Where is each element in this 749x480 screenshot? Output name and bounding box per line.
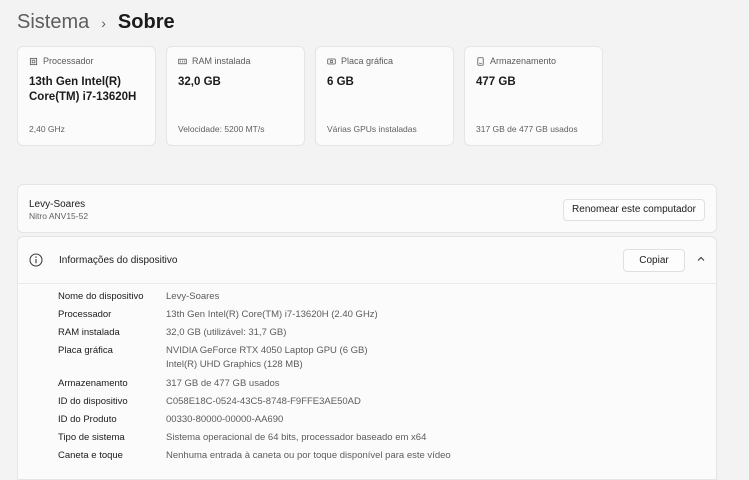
card-value: 32,0 GB (178, 76, 221, 88)
card-value: 13th Gen Intel(R) Core(TM) i7-13620H (29, 76, 137, 103)
storage-icon (477, 56, 484, 66)
gpu-icon (327, 58, 336, 64)
card-label: Processador (43, 56, 94, 66)
spec-row: Placa gráfica NVIDIA GeForce RTX 4050 La… (58, 345, 451, 371)
spec-label: Armazenamento (58, 378, 128, 389)
card-sub: Várias GPUs instaladas (327, 124, 417, 134)
chevron-right-icon: › (101, 15, 106, 31)
spec-row: RAM instalada 32,0 GB (utilizável: 31,7 … (58, 327, 451, 339)
spec-row: Tipo de sistema Sistema operacional de 6… (58, 432, 451, 444)
card-value: 477 GB (476, 76, 516, 88)
spec-value: Sistema operacional de 64 bits, processa… (166, 432, 427, 443)
card-gpu: Placa gráfica 6 GB Várias GPUs instalada… (315, 46, 454, 146)
spec-cards: Processador 13th Gen Intel(R) Core(TM) i… (17, 46, 603, 146)
device-info-header[interactable]: Informações do dispositivo Copiar (18, 237, 716, 284)
spec-value: Levy-Soares (166, 291, 220, 302)
spec-label: ID do Produto (58, 414, 117, 425)
spec-value-line: NVIDIA GeForce RTX 4050 Laptop GPU (6 GB… (166, 345, 368, 356)
card-value: 6 GB (327, 76, 354, 88)
spec-label: Caneta e toque (58, 450, 123, 461)
card-ram: RAM instalada 32,0 GB Velocidade: 5200 M… (166, 46, 305, 146)
card-label: RAM instalada (192, 56, 251, 66)
spec-value-line: Intel(R) UHD Graphics (128 MB) (166, 359, 303, 370)
rename-computer-button[interactable]: Renomear este computador (563, 199, 705, 221)
spec-row: Nome do dispositivo Levy-Soares (58, 291, 451, 303)
card-sub: 317 GB de 477 GB usados (476, 124, 578, 134)
spec-row: ID do Produto 00330-80000-00000-AA690 (58, 414, 451, 426)
spec-row: Caneta e toque Nenhuma entrada à caneta … (58, 450, 451, 462)
info-icon (29, 253, 43, 267)
spec-label: Placa gráfica (58, 345, 113, 356)
processor-icon (29, 57, 38, 65)
card-storage: Armazenamento 477 GB 317 GB de 477 GB us… (464, 46, 603, 146)
spec-value: NVIDIA GeForce RTX 4050 Laptop GPU (6 GB… (166, 345, 368, 371)
breadcrumb-parent[interactable]: Sistema (17, 9, 89, 35)
spec-value: 317 GB de 477 GB usados (166, 378, 280, 389)
ram-icon (178, 58, 187, 64)
spec-row: Processador 13th Gen Intel(R) Core(TM) i… (58, 309, 451, 321)
spec-value: 32,0 GB (utilizável: 31,7 GB) (166, 327, 287, 338)
card-sub: 2,40 GHz (29, 124, 65, 134)
spec-value: 00330-80000-00000-AA690 (166, 414, 284, 425)
spec-row: Armazenamento 317 GB de 477 GB usados (58, 378, 451, 390)
card-sub: Velocidade: 5200 MT/s (178, 124, 265, 134)
spec-value: 13th Gen Intel(R) Core(TM) i7-13620H (2.… (166, 309, 378, 320)
card-label: Placa gráfica (341, 56, 394, 66)
device-info-panel: Informações do dispositivo Copiar Nome d… (17, 236, 717, 480)
card-label: Armazenamento (490, 56, 557, 66)
spec-label: ID do dispositivo (58, 396, 128, 407)
spec-label: Processador (58, 309, 112, 320)
device-info-title: Informações do dispositivo (59, 255, 178, 266)
spec-value: Nenhuma entrada à caneta ou por toque di… (166, 450, 451, 461)
device-name-bar: Levy-Soares Nitro ANV15-52 Renomear este… (17, 184, 717, 233)
chevron-up-icon[interactable] (696, 254, 706, 264)
spec-label: RAM instalada (58, 327, 120, 338)
spec-value: C058E18C-0524-43C5-8748-F9FFE3AE50AD (166, 396, 361, 407)
spec-label: Tipo de sistema (58, 432, 125, 443)
spec-label: Nome do dispositivo (58, 291, 144, 302)
page-title: Sobre (117, 11, 175, 33)
copy-button[interactable]: Copiar (623, 249, 685, 272)
breadcrumb: Sistema › Sobre (17, 8, 175, 36)
spec-row: ID do dispositivo C058E18C-0524-43C5-874… (58, 396, 451, 408)
card-processor: Processador 13th Gen Intel(R) Core(TM) i… (17, 46, 156, 146)
spec-list: Nome do dispositivo Levy-Soares Processa… (58, 291, 451, 462)
